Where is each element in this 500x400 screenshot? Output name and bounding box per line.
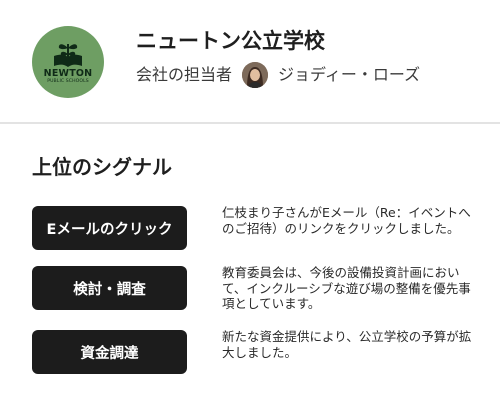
signal-description-funding: 新たな資金提供により、公立学校の予算が拡大しました。: [222, 329, 472, 360]
signal-button-email-click[interactable]: Eメールのクリック: [32, 206, 187, 250]
logo-subtitle: PUBLIC SCHOOLS: [47, 79, 89, 84]
header-divider: [0, 122, 500, 124]
owner-name[interactable]: ジョディー・ローズ: [278, 60, 420, 90]
signal-button-research[interactable]: 検討・調査: [32, 266, 187, 310]
signal-description-email-click: 仁枝まり子さんがEメール（Re：イベントへのご招待）のリンクをクリックしました。: [222, 205, 471, 236]
owner-avatar[interactable]: [242, 62, 269, 88]
logo-name: NEWTON: [43, 68, 93, 79]
account-owner-row: 会社の担当者 ジョディー・ローズ: [136, 60, 420, 90]
organization-name[interactable]: ニュートン公立学校: [136, 25, 325, 57]
signal-button-funding[interactable]: 資金調達: [32, 330, 187, 374]
school-logo: NEWTON PUBLIC SCHOOLS: [32, 26, 104, 98]
person-photo-icon: [242, 62, 269, 88]
owner-label: 会社の担当者: [136, 65, 233, 84]
top-signals-title: 上位のシグナル: [32, 155, 172, 179]
signal-description-research: 教育委員会は、今後の設備投資計画において、インクルーシブな遊び場の整備を優先事項…: [222, 265, 471, 311]
open-book-plant-icon: [54, 44, 82, 67]
account-header: NEWTON PUBLIC SCHOOLS ニュートン公立学校 会社の担当者 ジ…: [0, 0, 500, 124]
